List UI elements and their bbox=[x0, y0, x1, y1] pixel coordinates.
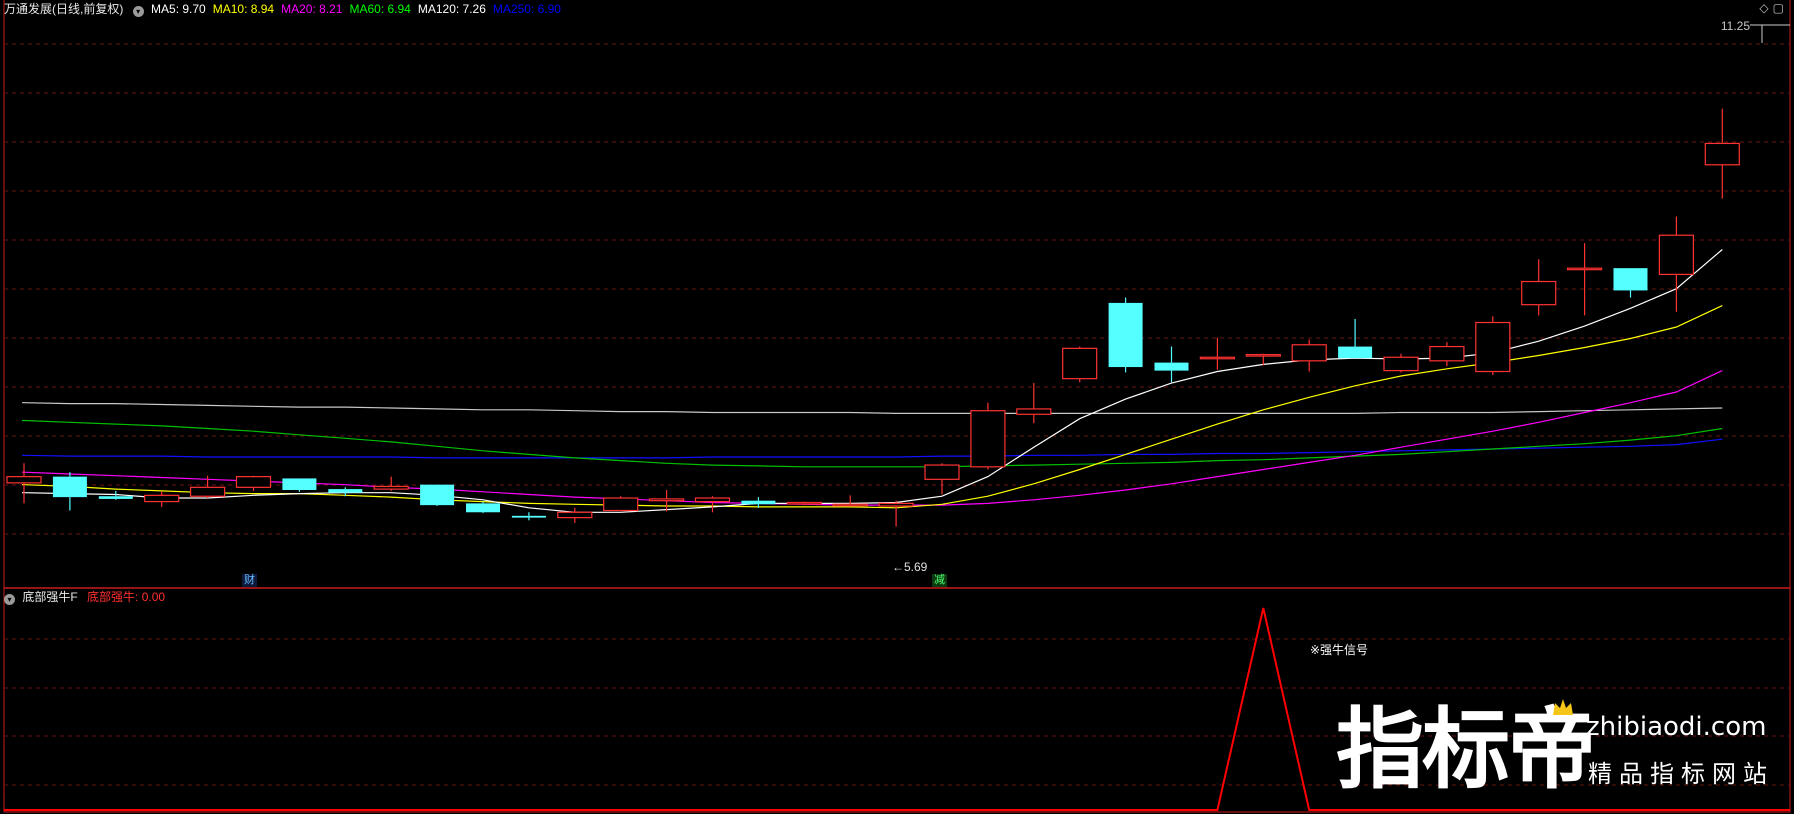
watermark-slogan: 精品指标网站 bbox=[1588, 760, 1774, 788]
candle-body bbox=[373, 485, 409, 490]
candle-body bbox=[1199, 356, 1236, 360]
sub-panel-header: ▾ 底部强牛F 底部强牛: 0.00 bbox=[4, 590, 165, 605]
candle-body bbox=[1154, 362, 1189, 371]
top-right-controls: ◇▢ bbox=[1759, 1, 1788, 15]
candle-body bbox=[6, 476, 42, 484]
ma-legend-item: MA5: 9.70 bbox=[151, 2, 206, 16]
candle-body bbox=[420, 484, 455, 506]
ma-legend-item: MA60: 6.94 bbox=[349, 2, 411, 16]
candle-body bbox=[694, 497, 731, 503]
candle-body bbox=[1475, 321, 1511, 373]
candle-body bbox=[144, 494, 180, 503]
candle-body bbox=[1062, 347, 1098, 380]
financial-report-badge[interactable]: 财 bbox=[242, 574, 257, 587]
candle-body bbox=[52, 476, 87, 498]
ma-legend-item: MA250: 6.90 bbox=[492, 2, 561, 16]
bull-signal-label: ※强牛信号 bbox=[1310, 643, 1369, 657]
collapse-toggle-icon[interactable]: ▾ bbox=[132, 6, 144, 17]
candle-body bbox=[1338, 346, 1373, 359]
main-panel-header: 万通发展(日线,前复权) ▾ MA5: 9.70 MA10: 8.94 MA20: … bbox=[4, 2, 568, 17]
candle-body bbox=[1016, 408, 1052, 415]
candle-body bbox=[98, 496, 133, 499]
ma-legend-item: MA120: 7.26 bbox=[417, 2, 486, 16]
candle-body bbox=[557, 511, 593, 519]
ma120-line bbox=[22, 402, 1723, 414]
ma60-line bbox=[22, 419, 1723, 468]
candle-body bbox=[1613, 268, 1648, 291]
current-price-label: 11.25 bbox=[1720, 19, 1750, 33]
candle-body bbox=[970, 410, 1006, 468]
collapse-toggle-icon[interactable]: ▾ bbox=[4, 594, 15, 605]
reduction-badge[interactable]: 减 bbox=[932, 574, 947, 587]
candle-body bbox=[328, 489, 363, 493]
chart-canvas[interactable] bbox=[0, 0, 1794, 814]
candle-body bbox=[235, 476, 272, 488]
candle-body bbox=[1383, 356, 1419, 372]
candle-body bbox=[786, 501, 822, 505]
candle-body bbox=[1291, 344, 1327, 362]
window-icon[interactable]: ▢ bbox=[1773, 1, 1788, 15]
stock-title: 万通发展(日线,前复权) bbox=[4, 2, 124, 16]
candle-body bbox=[1521, 280, 1557, 306]
crown-icon bbox=[1553, 699, 1573, 715]
watermark: 指标帝 zhibiaodi.com 精品指标网站 bbox=[1336, 699, 1790, 808]
candle-body bbox=[1566, 267, 1603, 271]
candle-body bbox=[282, 478, 317, 490]
candle-body bbox=[1108, 302, 1143, 368]
candle-body bbox=[511, 515, 546, 518]
candle-body bbox=[190, 486, 226, 497]
candle-body bbox=[1658, 234, 1695, 275]
indicator-value: 底部强牛: 0.00 bbox=[87, 590, 166, 604]
stock-chart-window: 万通发展(日线,前复权) ▾ MA5: 9.70 MA10: 8.94 MA20: … bbox=[0, 0, 1794, 814]
candle-body bbox=[1245, 353, 1281, 357]
candle-body bbox=[603, 497, 639, 512]
candle-body bbox=[878, 502, 914, 507]
candle-body bbox=[832, 503, 868, 507]
ma-legend: MA5: 9.70 MA10: 8.94 MA20: 8.21 MA60: 6.94 M… bbox=[151, 2, 568, 16]
candle-body bbox=[1429, 345, 1465, 362]
ma250-line bbox=[22, 438, 1723, 459]
candle-body bbox=[1704, 142, 1740, 166]
candle-body bbox=[466, 503, 500, 513]
watermark-domain: zhibiaodi.com bbox=[1586, 712, 1767, 742]
ma-legend-item: MA10: 8.94 bbox=[212, 2, 275, 16]
ma-legend-item: MA20: 8.21 bbox=[281, 2, 343, 16]
diamond-icon[interactable]: ◇ bbox=[1759, 1, 1772, 15]
indicator-title: 底部强牛F bbox=[22, 590, 78, 604]
candle-body bbox=[924, 464, 960, 480]
low-price-marker: ←5.69 bbox=[892, 560, 928, 574]
candle-body bbox=[741, 500, 776, 505]
candle-body bbox=[648, 498, 685, 502]
